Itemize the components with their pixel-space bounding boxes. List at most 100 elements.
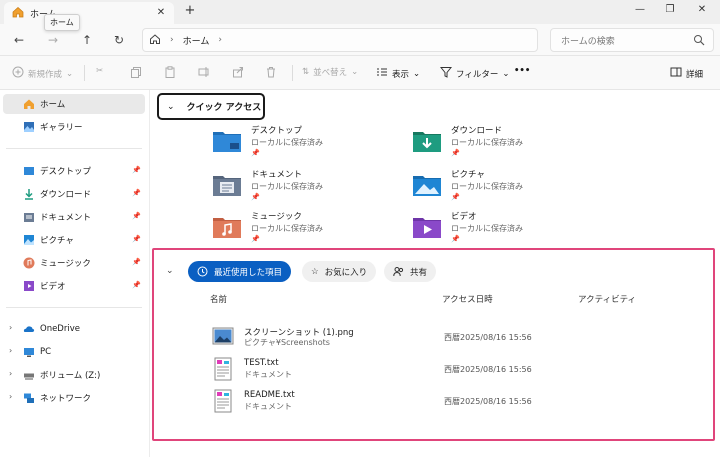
- plus-circle-icon: [12, 66, 24, 81]
- folder-videos[interactable]: ビデオ ローカルに保存済み 📌: [412, 212, 602, 248]
- file-name: README.txt: [244, 390, 295, 400]
- sidebar-item-label: PC: [40, 347, 52, 357]
- download-folder-icon: [412, 128, 442, 154]
- column-header-name[interactable]: 名前: [210, 293, 227, 305]
- chevron-down-icon[interactable]: ⌄: [166, 266, 174, 276]
- more-options-button[interactable]: •••: [514, 66, 530, 76]
- sidebar-item-label: ダウンロード: [40, 190, 92, 200]
- home-icon: [12, 6, 24, 21]
- folder-status: ローカルに保存済み: [451, 138, 523, 147]
- forward-button[interactable]: →: [44, 31, 62, 49]
- share-button[interactable]: [232, 66, 244, 81]
- details-label: 詳細: [686, 69, 704, 80]
- copy-button[interactable]: [130, 66, 142, 81]
- filter-button[interactable]: フィルター ⌄: [439, 66, 509, 81]
- table-row[interactable]: README.txt ドキュメント 西暦2025/08/16 15:56: [212, 388, 692, 418]
- quick-access-header[interactable]: ⌄ クイック アクセス: [157, 93, 265, 120]
- pin-icon: 📌: [451, 149, 460, 157]
- sidebar-item-pictures[interactable]: ピクチャ 📌: [3, 230, 145, 250]
- close-tab-icon[interactable]: ✕: [154, 6, 168, 20]
- folder-name: ビデオ: [451, 212, 477, 222]
- folder-name: デスクトップ: [251, 126, 303, 136]
- folder-name: ドキュメント: [251, 170, 303, 180]
- sidebar-item-videos[interactable]: ビデオ 📌: [3, 276, 145, 296]
- recent-files-section: ⌄ 最近使用した項目 ☆ お気に入り 共有 名前 アクセス日時 アクティビティ …: [152, 248, 715, 441]
- tab-shared[interactable]: 共有: [384, 261, 437, 282]
- breadcrumb[interactable]: ホーム: [183, 34, 210, 47]
- new-button[interactable]: 新規作成 ⌄: [12, 66, 73, 81]
- navigation-pane: ホーム ギャラリー デスクトップ 📌 ダウンロード 📌 ドキュメント 📌 ピクチ…: [0, 90, 150, 457]
- quick-access-title: クイック アクセス: [186, 103, 262, 113]
- sidebar-item-desktop[interactable]: デスクトップ 📌: [3, 161, 145, 181]
- pin-icon[interactable]: 📌: [132, 166, 141, 174]
- rename-button[interactable]: [198, 66, 210, 81]
- details-button[interactable]: 詳細: [670, 66, 703, 81]
- paste-button[interactable]: [164, 66, 176, 81]
- table-row[interactable]: スクリーンショット (1).png ピクチャ¥Screenshots 西暦202…: [212, 324, 692, 354]
- drive-icon: [23, 369, 35, 381]
- close-window-button[interactable]: ✕: [692, 2, 712, 18]
- chevron-right-icon[interactable]: ›: [9, 323, 12, 332]
- pictures-icon: [23, 234, 35, 246]
- sort-button[interactable]: ⇅ 並べ替え ⌄: [302, 66, 358, 78]
- tab-label: お気に入り: [324, 267, 368, 278]
- sidebar-item-downloads[interactable]: ダウンロード 📌: [3, 184, 145, 204]
- folder-downloads[interactable]: ダウンロード ローカルに保存済み 📌: [412, 126, 602, 162]
- address-field[interactable]: › ホーム ›: [142, 28, 538, 52]
- sidebar-item-label: ドキュメント: [40, 213, 92, 223]
- minimize-button[interactable]: —: [630, 2, 650, 18]
- pin-icon[interactable]: 📌: [132, 235, 141, 243]
- music-folder-icon: [212, 214, 242, 240]
- sidebar-item-music[interactable]: ミュージック 📌: [3, 253, 145, 273]
- desktop-folder-icon: [212, 128, 242, 154]
- people-icon: [393, 266, 404, 277]
- maximize-button[interactable]: ❐: [660, 2, 680, 18]
- tab-recent[interactable]: 最近使用した項目: [188, 261, 292, 282]
- view-button[interactable]: 表示 ⌄: [376, 66, 420, 81]
- folder-documents[interactable]: ドキュメント ローカルに保存済み 📌: [212, 170, 402, 206]
- divider: [6, 307, 142, 308]
- pin-icon[interactable]: 📌: [132, 281, 141, 289]
- view-list-icon: [376, 66, 388, 81]
- column-header-activity[interactable]: アクティビティ: [578, 293, 636, 305]
- sidebar-item-network[interactable]: › ネットワーク: [3, 388, 145, 408]
- sidebar-item-volume-z[interactable]: › ボリューム (Z:): [3, 365, 145, 385]
- new-tab-button[interactable]: +: [182, 3, 198, 19]
- chevron-right-icon[interactable]: ›: [218, 35, 222, 45]
- home-icon: [23, 98, 35, 110]
- sidebar-item-pc[interactable]: › PC: [3, 342, 145, 362]
- sidebar-item-gallery[interactable]: ギャラリー: [3, 117, 145, 137]
- tab-favorites[interactable]: ☆ お気に入り: [302, 261, 377, 282]
- details-pane-icon: [670, 66, 682, 81]
- sidebar-item-label: ボリューム (Z:): [40, 371, 101, 381]
- search-placeholder: ホームの検索: [561, 36, 615, 47]
- sidebar-item-documents[interactable]: ドキュメント 📌: [3, 207, 145, 227]
- pin-icon[interactable]: 📌: [132, 258, 141, 266]
- sort-label: 並べ替え: [313, 68, 348, 78]
- folder-music[interactable]: ミュージック ローカルに保存済み 📌: [212, 212, 402, 248]
- pictures-folder-icon: [412, 172, 442, 198]
- back-button[interactable]: ←: [10, 31, 28, 49]
- search-icon[interactable]: [693, 34, 705, 49]
- sidebar-item-home[interactable]: ホーム: [3, 94, 145, 114]
- delete-button[interactable]: [265, 66, 277, 81]
- folder-status: ローカルに保存済み: [251, 224, 323, 233]
- sidebar-item-onedrive[interactable]: › OneDrive: [3, 319, 145, 339]
- up-button[interactable]: ↑: [78, 31, 96, 49]
- sidebar-item-label: ビデオ: [40, 282, 66, 292]
- pin-icon[interactable]: 📌: [132, 212, 141, 220]
- chevron-right-icon[interactable]: ›: [9, 392, 12, 401]
- pin-icon[interactable]: 📌: [132, 189, 141, 197]
- tab-home[interactable]: ホーム ✕: [4, 2, 174, 24]
- column-header-access-date[interactable]: アクセス日時: [442, 293, 493, 305]
- folder-desktop[interactable]: デスクトップ ローカルに保存済み 📌: [212, 126, 402, 162]
- table-row[interactable]: TEST.txt ドキュメント 西暦2025/08/16 15:56: [212, 356, 692, 386]
- chevron-right-icon[interactable]: ›: [9, 346, 12, 355]
- refresh-button[interactable]: ↻: [110, 31, 128, 49]
- search-input[interactable]: ホームの検索: [550, 28, 714, 52]
- cut-button[interactable]: ✂: [96, 66, 103, 76]
- documents-icon: [23, 211, 35, 223]
- chevron-right-icon[interactable]: ›: [9, 369, 12, 378]
- folder-pictures[interactable]: ピクチャ ローカルに保存済み 📌: [412, 170, 602, 206]
- video-icon: [23, 280, 35, 292]
